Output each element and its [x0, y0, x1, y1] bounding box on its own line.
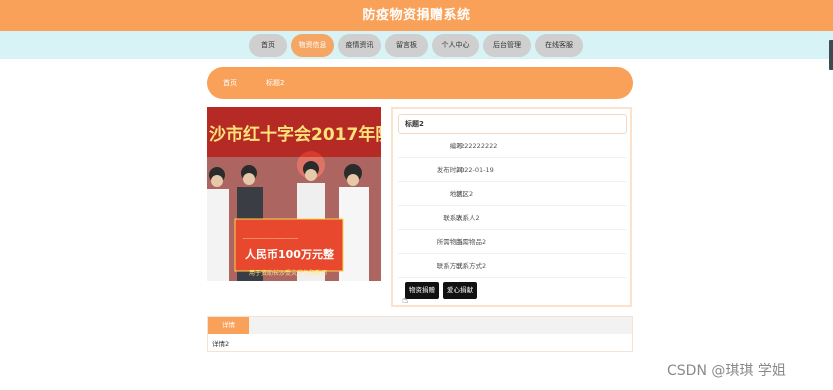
nav-item-online-service[interactable]: 在线客服: [535, 34, 583, 57]
detail-row-value: 2222222222: [456, 142, 498, 150]
nav-item-news[interactable]: 疫情资讯: [338, 34, 381, 57]
detail-row-value: 地区2: [456, 190, 474, 198]
hand-cursor-icon: ☝: [402, 295, 409, 306]
details-section: 详情 详情2: [207, 316, 633, 352]
tab-details[interactable]: 详情: [208, 317, 249, 334]
detail-card: 标题2 编号: 2222222222 发布时间: 2022-01-19 地区: …: [391, 107, 632, 307]
detail-row-value: 联系方式2: [456, 262, 487, 270]
detail-row-needed-items: 所需物品: 所需物品2: [398, 230, 627, 254]
detail-row-contact-method: 联系方式: 联系方式2: [398, 254, 627, 278]
detail-card-title: 标题2: [398, 114, 627, 134]
photo-board-amount: 人民币100万元整: [245, 247, 334, 261]
watermark: CSDN @琪琪 学姐: [667, 363, 786, 379]
donate-love-button[interactable]: 爱心捐献: [443, 282, 477, 299]
nav-bar: 首页 物资信息 疫情资讯 留言板 个人中心 后台管理 在线客服: [0, 31, 833, 59]
breadcrumb-home[interactable]: 首页: [223, 67, 237, 99]
breadcrumb-current: 标题2: [266, 79, 285, 87]
detail-row-publish-time: 发布时间: 2022-01-19: [398, 158, 627, 182]
svg-text:┈┈┈┈┈┈┈┈┈┈┈┈┈: ┈┈┈┈┈┈┈┈┈┈┈┈┈: [243, 235, 299, 243]
detail-row-value: 联系人2: [456, 214, 480, 222]
detail-row-region: 地区: 地区2: [398, 182, 627, 206]
nav-item-supplies[interactable]: 物资信息: [291, 34, 334, 57]
item-photo: 沙市红十字会2017年防汛救灾捐赠 ┈┈┈┈┈┈┈┈┈┈┈┈┈ 人民币100万元…: [207, 107, 381, 281]
nav-item-admin[interactable]: 后台管理: [483, 34, 531, 57]
app-header: 防疫物资捐赠系统: [0, 0, 833, 31]
detail-row-value: 所需物品2: [456, 238, 487, 246]
nav-item-home[interactable]: 首页: [249, 34, 287, 57]
donate-goods-button[interactable]: 物资捐赠: [405, 282, 439, 299]
details-tab-bar: 详情: [208, 317, 632, 334]
donation-photo-image: 沙市红十字会2017年防汛救灾捐赠 ┈┈┈┈┈┈┈┈┈┈┈┈┈ 人民币100万元…: [207, 107, 381, 281]
details-content: 详情2: [212, 340, 230, 348]
breadcrumb: 首页 标题2: [207, 67, 633, 99]
photo-board-subtitle: 用于资助长沙受灾学生和教师: [249, 269, 327, 277]
side-scroll-tab[interactable]: [829, 40, 833, 70]
nav-item-message-board[interactable]: 留言板: [385, 34, 428, 57]
photo-banner-text: 沙市红十字会2017年防汛救灾捐赠: [209, 124, 381, 145]
detail-row-id: 编号: 2222222222: [398, 134, 627, 158]
app-title: 防疫物资捐赠系统: [362, 8, 471, 23]
nav-item-user-center[interactable]: 个人中心: [432, 34, 479, 57]
detail-row-value: 2022-01-19: [456, 166, 494, 174]
detail-row-contact: 联系人: 联系人2: [398, 206, 627, 230]
nav-menu: 首页 物资信息 疫情资讯 留言板 个人中心 后台管理 在线客服: [249, 34, 583, 57]
